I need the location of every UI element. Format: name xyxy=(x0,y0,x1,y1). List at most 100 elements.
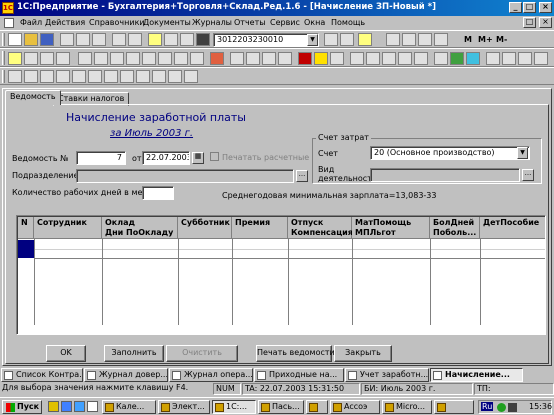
close-day-icon[interactable] xyxy=(486,52,500,65)
minimize-button[interactable]: _ xyxy=(509,2,522,13)
action-new-icon[interactable] xyxy=(8,70,22,83)
close-form-button[interactable]: Закрыть xyxy=(334,345,392,362)
column-header-child-benefit[interactable]: ДетПособие xyxy=(480,217,545,239)
warehouse-icon[interactable] xyxy=(142,52,156,65)
menu-file[interactable]: Файл xyxy=(20,18,42,27)
blue-icon[interactable] xyxy=(466,52,480,65)
action-mark-icon[interactable] xyxy=(72,70,86,83)
column-header-bonus[interactable]: Премия xyxy=(232,217,288,239)
quicklaunch-icon[interactable] xyxy=(48,401,59,412)
bank-icon[interactable] xyxy=(78,52,92,65)
clear-button[interactable]: Очистить xyxy=(166,345,238,362)
chart-icon[interactable] xyxy=(534,52,548,65)
menu-journals[interactable]: Журналы xyxy=(192,18,232,27)
ball-yellow-icon[interactable] xyxy=(314,52,328,65)
staff-icon[interactable] xyxy=(246,52,260,65)
taskbar-item[interactable] xyxy=(306,400,328,414)
move-icon[interactable] xyxy=(398,52,412,65)
price-icon[interactable] xyxy=(434,52,448,65)
question-icon[interactable] xyxy=(358,33,372,46)
employee-list-icon[interactable] xyxy=(262,52,276,65)
action-copy-icon[interactable] xyxy=(24,70,38,83)
ledger-icon[interactable] xyxy=(56,52,70,65)
action-delete-icon[interactable] xyxy=(56,70,70,83)
menu-service[interactable]: Сервис xyxy=(270,18,300,27)
tax-icon[interactable] xyxy=(278,52,292,65)
window-tab-active[interactable]: Начисление... xyxy=(430,368,523,382)
language-indicator[interactable]: Ru xyxy=(481,402,494,411)
undo-icon[interactable] xyxy=(164,33,178,46)
vedomost-number-field[interactable]: 7 xyxy=(76,151,126,165)
memory-plus-button[interactable]: M+ xyxy=(478,35,493,44)
print-preview-icon[interactable] xyxy=(128,33,142,46)
menu-actions[interactable]: Действия xyxy=(45,18,85,27)
menu-windows[interactable]: Окна xyxy=(304,18,325,27)
column-header-employee[interactable]: Сотрудник xyxy=(34,217,102,239)
document-menu-icon[interactable] xyxy=(4,18,14,28)
action-tree-icon[interactable] xyxy=(120,70,134,83)
taskbar-item-active[interactable]: 1С:... xyxy=(212,400,256,414)
print-vedomost-button[interactable]: Печать ведомости xyxy=(256,345,335,362)
help-book-icon[interactable] xyxy=(148,33,162,46)
window-tab[interactable]: Приходные на... xyxy=(254,368,344,382)
table-icon[interactable] xyxy=(402,33,416,46)
podrazdelenie-field[interactable] xyxy=(76,169,294,183)
return-icon[interactable] xyxy=(382,52,396,65)
payment-icon[interactable] xyxy=(190,52,204,65)
desktop-icon[interactable] xyxy=(87,401,98,412)
ellipsis-button-icon[interactable]: ... xyxy=(522,169,534,181)
binoculars-icon[interactable] xyxy=(196,33,210,46)
menu-references[interactable]: Справочники xyxy=(89,18,145,27)
outlook-icon[interactable] xyxy=(74,401,85,412)
inventory-icon[interactable] xyxy=(414,52,428,65)
calendar-button-icon[interactable]: ▦ xyxy=(192,152,204,164)
new-doc-icon[interactable] xyxy=(8,33,22,46)
schet-select[interactable]: 20 (Основное производство) xyxy=(370,146,530,160)
row-cursor-cell[interactable] xyxy=(18,240,34,258)
tray-icon[interactable] xyxy=(497,403,506,412)
goods-icon[interactable] xyxy=(158,52,172,65)
doc-restore-button[interactable]: □ xyxy=(523,17,536,28)
fill-button[interactable]: Заполнить xyxy=(104,345,164,362)
column-header-salary[interactable]: Оклад Дни ПоОкладу xyxy=(102,217,178,239)
taskbar-item[interactable]: Micro... xyxy=(382,400,432,414)
memo-icon[interactable] xyxy=(434,33,448,46)
doc-close-button[interactable]: × xyxy=(539,17,552,28)
ball-red-icon[interactable] xyxy=(298,52,312,65)
open-folder-icon[interactable] xyxy=(24,33,38,46)
window-tab[interactable]: Журнал опера... xyxy=(169,368,253,382)
taskbar-item[interactable]: Accoэ xyxy=(330,400,380,414)
tray-icon[interactable] xyxy=(508,403,517,412)
column-header-n[interactable]: N xyxy=(18,217,34,239)
date-field[interactable]: 22.07.2003 xyxy=(142,151,190,165)
invoice-icon[interactable] xyxy=(110,52,124,65)
column-header-sickdays[interactable]: БолДней Поболь... xyxy=(430,217,480,239)
start-button[interactable]: Пуск xyxy=(2,400,42,414)
action-filter-icon[interactable] xyxy=(88,70,102,83)
find-next-icon[interactable] xyxy=(324,33,338,46)
taskbar-item[interactable]: Пась... xyxy=(258,400,304,414)
action-down-icon[interactable] xyxy=(184,70,198,83)
doc-type-icon[interactable] xyxy=(8,52,22,65)
redo-icon[interactable] xyxy=(180,33,194,46)
ok-button[interactable]: OK xyxy=(46,345,86,362)
sale-icon[interactable] xyxy=(350,52,364,65)
memory-button[interactable]: M xyxy=(464,35,472,44)
action-post-icon[interactable] xyxy=(136,70,150,83)
person-icon[interactable] xyxy=(210,52,224,65)
calculator-icon[interactable] xyxy=(386,33,400,46)
copy-icon[interactable] xyxy=(76,33,90,46)
salary-icon[interactable] xyxy=(230,52,244,65)
app-icon[interactable]: 1С xyxy=(2,2,14,14)
chevron-down-icon[interactable]: ▼ xyxy=(517,147,528,159)
doc-journal-icon[interactable] xyxy=(40,52,54,65)
paste-icon[interactable] xyxy=(92,33,106,46)
workdays-field[interactable] xyxy=(142,186,174,200)
menu-reports[interactable]: Отчеты xyxy=(234,18,266,27)
purchase-icon[interactable] xyxy=(366,52,380,65)
calendar-icon[interactable] xyxy=(418,33,432,46)
action-unpost-icon[interactable] xyxy=(152,70,166,83)
chevron-down-icon[interactable]: ▼ xyxy=(307,34,318,46)
tab-vedomost[interactable]: Ведомость xyxy=(5,90,61,105)
action-up-icon[interactable] xyxy=(168,70,182,83)
